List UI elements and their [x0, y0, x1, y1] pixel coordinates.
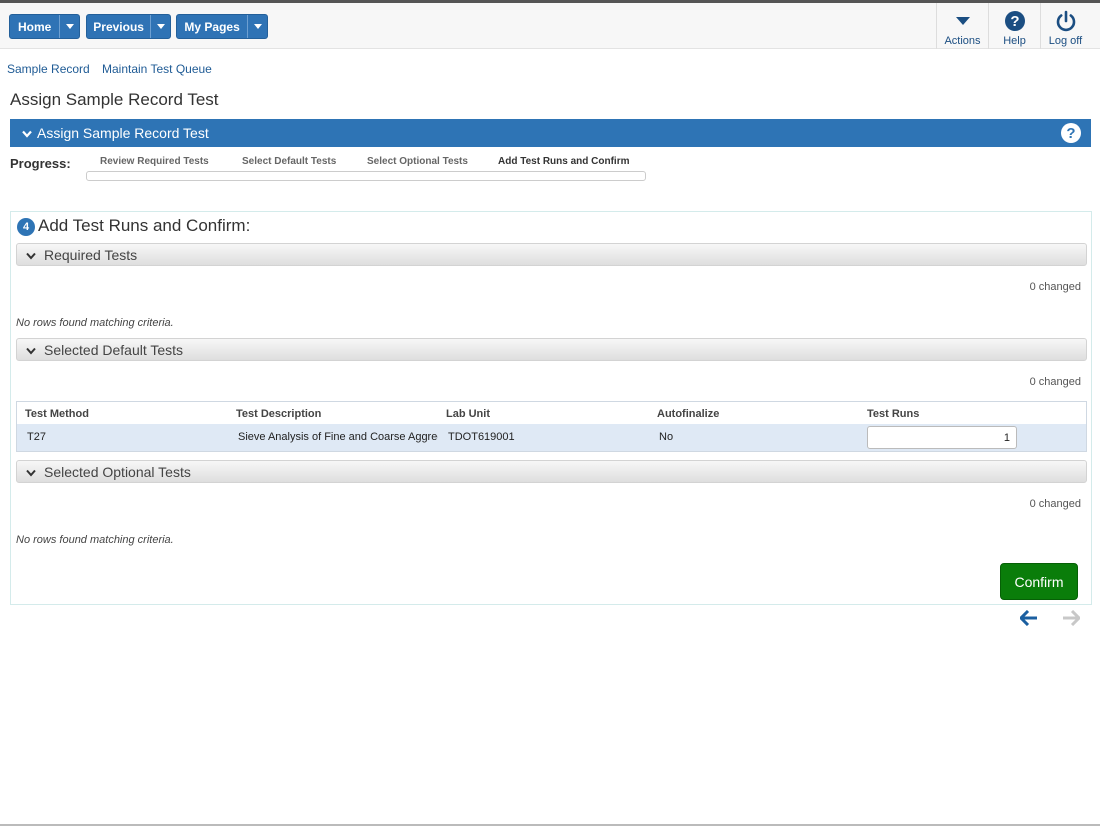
progress-step-4: Add Test Runs and Confirm — [498, 156, 630, 167]
panel-title: Assign Sample Record Test — [37, 125, 209, 141]
previous-button-label[interactable]: Previous — [87, 15, 150, 38]
breadcrumb-sample-record[interactable]: Sample Record — [7, 62, 90, 76]
forward-arrow-icon — [1061, 608, 1081, 628]
panel-header[interactable]: Assign Sample Record Test ? — [10, 119, 1091, 147]
test-runs-input[interactable] — [867, 426, 1017, 449]
step-card: 4 Add Test Runs and Confirm: Required Te… — [10, 211, 1092, 605]
page-title: Assign Sample Record Test — [10, 90, 219, 109]
previous-button[interactable]: Previous — [86, 14, 171, 39]
chevron-down-icon — [156, 24, 165, 29]
svg-text:?: ? — [1010, 13, 1019, 30]
logoff-button[interactable]: Log off — [1040, 3, 1090, 49]
no-rows-message: No rows found matching criteria. — [16, 317, 174, 329]
back-arrow-icon[interactable] — [1019, 608, 1039, 628]
home-dropdown-toggle[interactable] — [59, 15, 79, 38]
section-required-tests[interactable]: Required Tests — [16, 243, 1087, 266]
section-default-tests[interactable]: Selected Default Tests — [16, 338, 1087, 361]
section-title: Required Tests — [44, 246, 138, 263]
progress-bar — [86, 171, 646, 181]
section-title: Selected Default Tests — [44, 341, 184, 358]
power-icon — [1055, 8, 1077, 34]
progress-step-3: Select Optional Tests — [367, 156, 468, 167]
column-header-lab-unit[interactable]: Lab Unit — [446, 408, 490, 420]
changed-count: 0 changed — [1029, 376, 1081, 388]
my-pages-button-label[interactable]: My Pages — [177, 15, 247, 38]
home-button[interactable]: Home — [9, 14, 80, 39]
breadcrumb-maintain-test-queue[interactable]: Maintain Test Queue — [102, 62, 212, 76]
actions-label: Actions — [944, 35, 981, 47]
confirm-button[interactable]: Confirm — [1000, 563, 1078, 600]
help-label: Help — [1003, 35, 1026, 47]
cell-autofinalize: No — [659, 431, 674, 443]
help-icon: ? — [1004, 8, 1026, 34]
chevron-down-icon — [22, 125, 32, 141]
cell-lab-unit: TDOT619001 — [448, 431, 515, 443]
my-pages-dropdown-toggle[interactable] — [247, 15, 267, 38]
chevron-down-icon — [65, 24, 74, 29]
cell-test-method: T27 — [27, 431, 46, 443]
cell-test-description: Sieve Analysis of Fine and Coarse Aggreg… — [238, 431, 438, 443]
step-title: Add Test Runs and Confirm: — [38, 216, 251, 235]
actions-menu[interactable]: Actions — [936, 3, 988, 49]
column-header-test-description[interactable]: Test Description — [236, 408, 321, 420]
column-header-test-runs[interactable]: Test Runs — [867, 408, 919, 420]
header-bar: Home Previous My Pages Actions ? Help Lo… — [0, 3, 1100, 49]
changed-count: 0 changed — [1029, 498, 1081, 510]
previous-dropdown-toggle[interactable] — [150, 15, 170, 38]
changed-count: 0 changed — [1029, 281, 1081, 293]
chevron-down-icon — [26, 342, 36, 358]
no-rows-message: No rows found matching criteria. — [16, 534, 174, 546]
progress-step-1: Review Required Tests — [100, 156, 209, 167]
help-button[interactable]: ? Help — [988, 3, 1040, 49]
actions-caret-icon — [955, 8, 971, 34]
column-header-autofinalize[interactable]: Autofinalize — [657, 408, 719, 420]
chevron-down-icon — [26, 464, 36, 480]
step-number-badge: 4 — [17, 218, 35, 236]
panel-help-icon[interactable]: ? — [1061, 123, 1081, 143]
column-header-test-method[interactable]: Test Method — [25, 408, 89, 420]
progress-step-2: Select Default Tests — [242, 156, 337, 167]
table-row[interactable]: T27 Sieve Analysis of Fine and Coarse Ag… — [17, 424, 1086, 451]
logoff-label: Log off — [1048, 35, 1083, 47]
section-optional-tests[interactable]: Selected Optional Tests — [16, 460, 1087, 483]
progress-label: Progress: — [10, 156, 71, 171]
section-title: Selected Optional Tests — [44, 463, 191, 480]
default-tests-table: Test Method Test Description Lab Unit Au… — [16, 401, 1087, 452]
chevron-down-icon — [253, 24, 262, 29]
home-button-label[interactable]: Home — [10, 15, 59, 38]
my-pages-button[interactable]: My Pages — [176, 14, 268, 39]
chevron-down-icon — [26, 247, 36, 263]
